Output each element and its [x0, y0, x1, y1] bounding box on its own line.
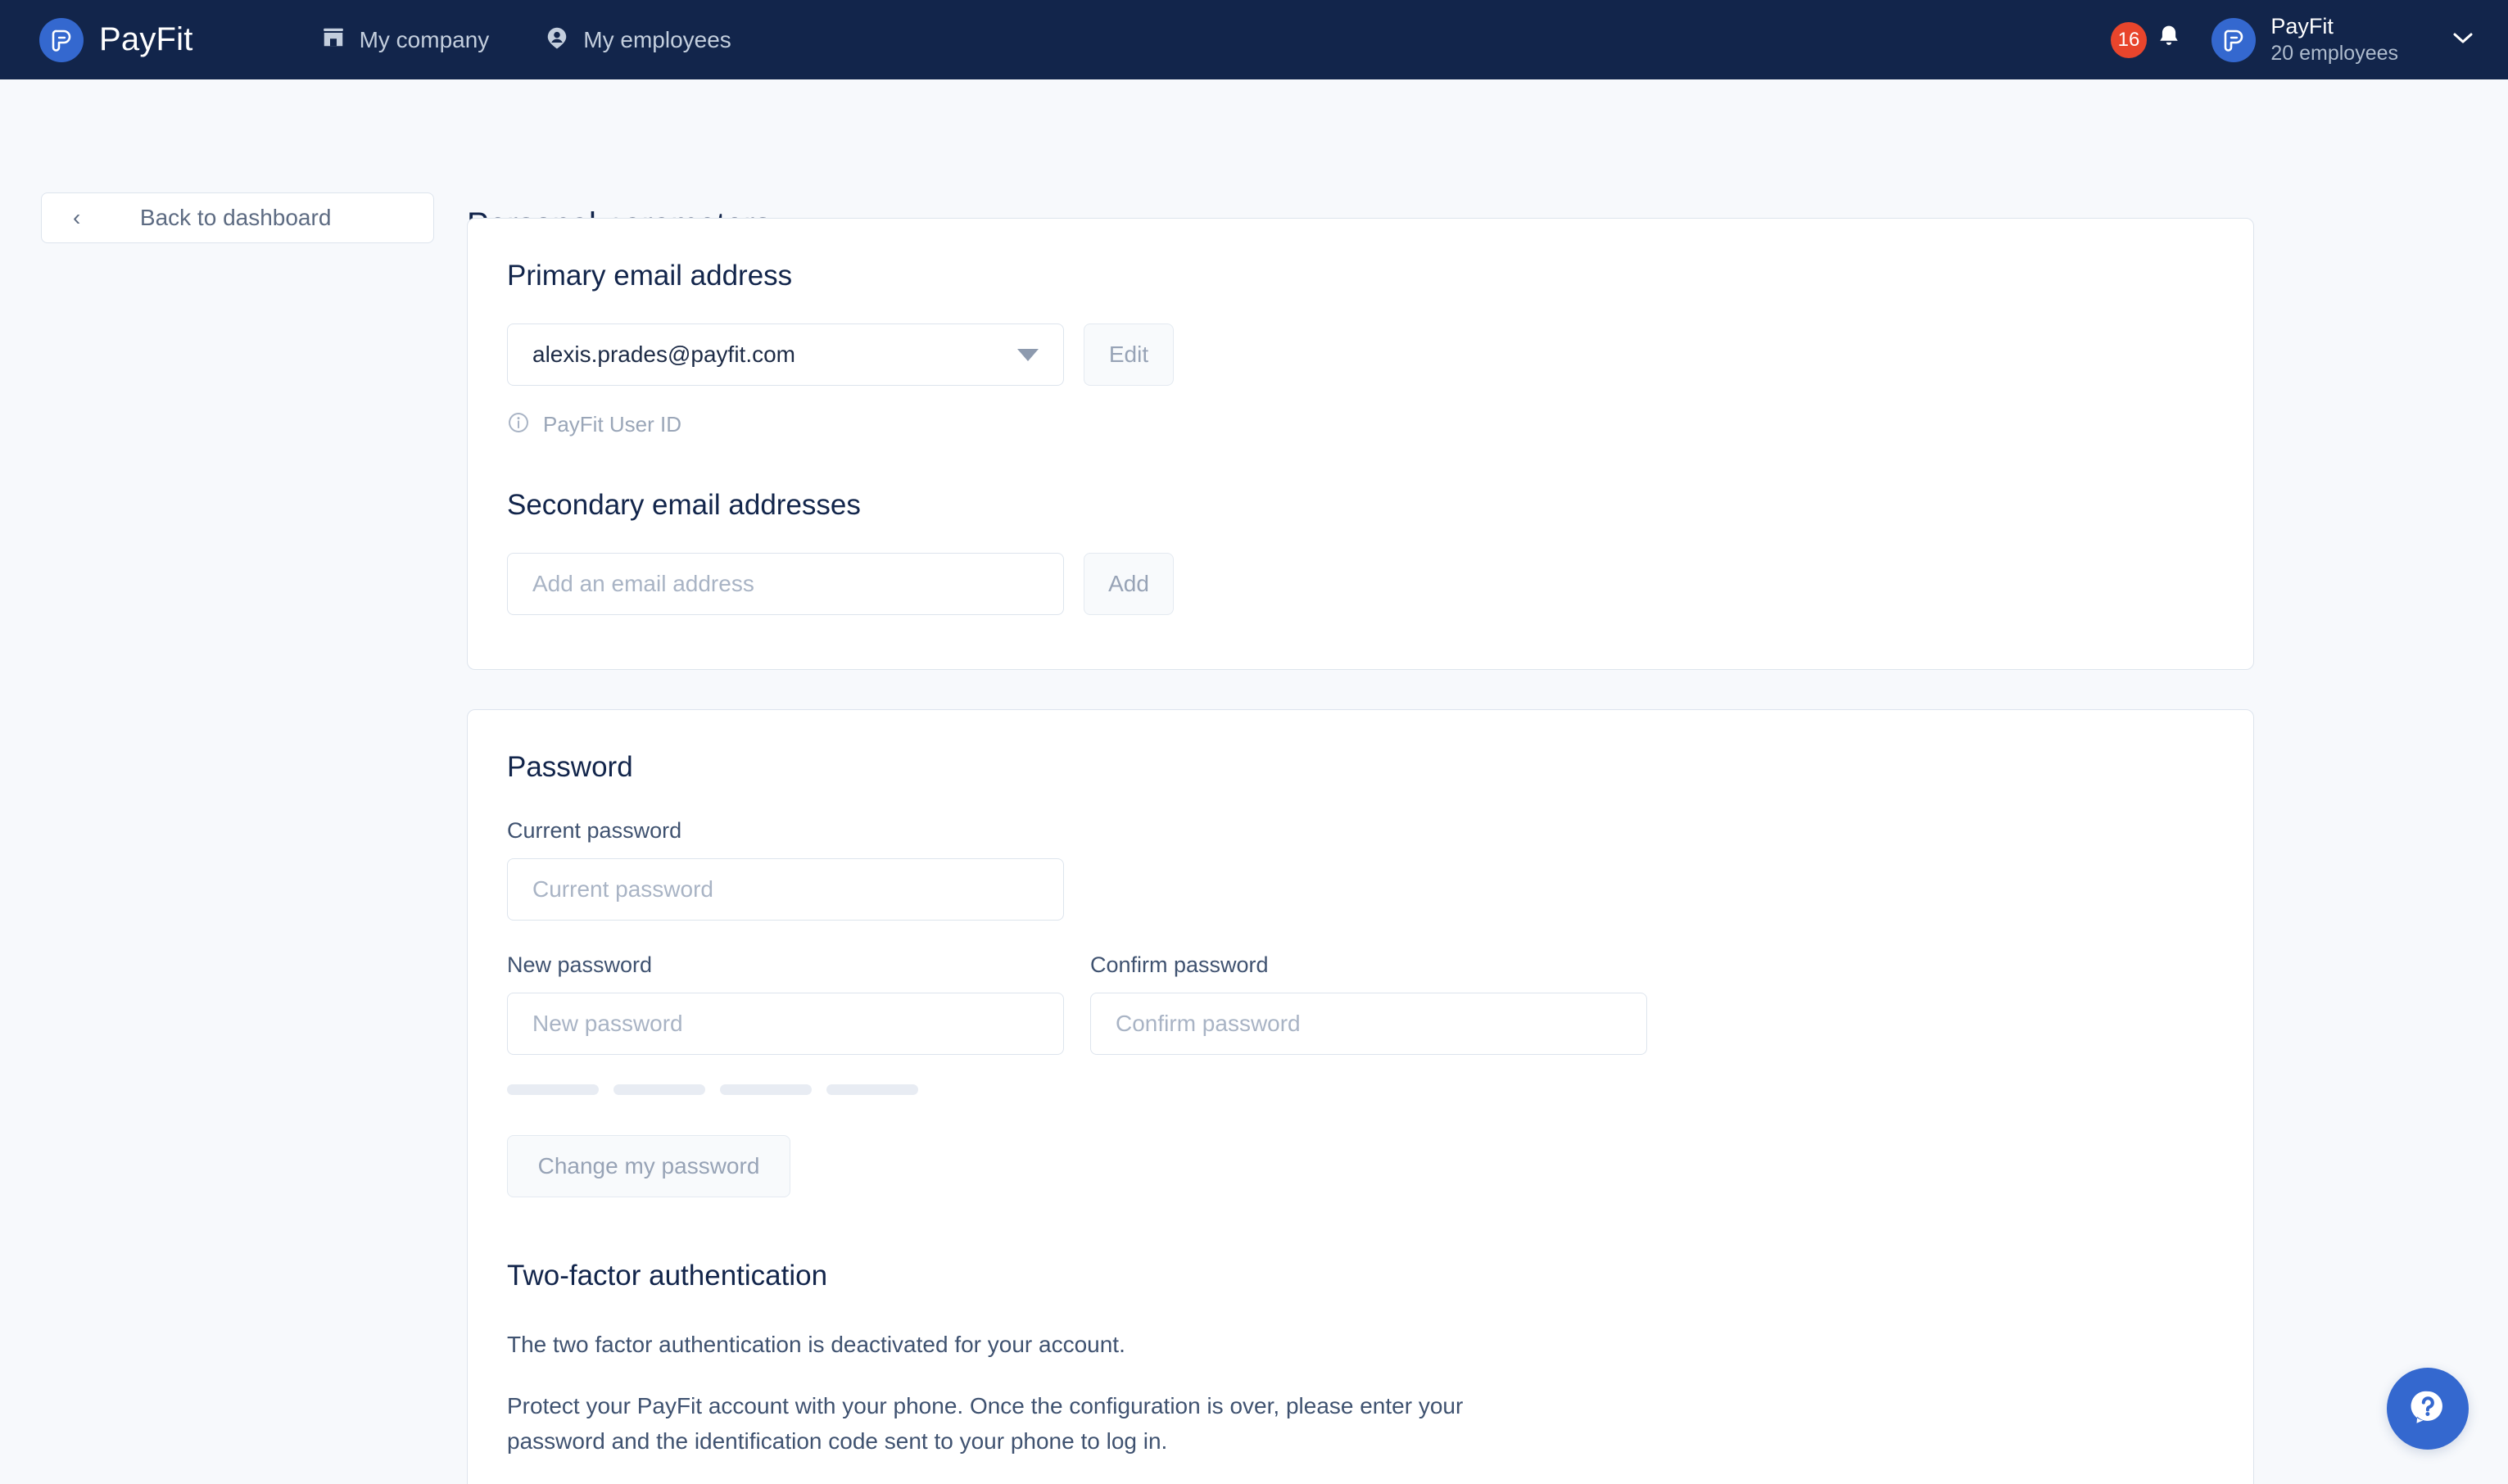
password-strength-segment	[826, 1084, 918, 1095]
secondary-email-input[interactable]: Add an email address	[507, 553, 1064, 615]
page-body: ‹ Back to dashboard Personal parameters …	[0, 79, 2508, 1484]
account-name: PayFit	[2270, 14, 2334, 38]
account-avatar	[2211, 17, 2257, 62]
password-strength-segment	[507, 1084, 599, 1095]
two-factor-status-text: The two factor authentication is deactiv…	[507, 1332, 1125, 1357]
nav-item-my-employees-label: My employees	[583, 26, 731, 52]
confirm-password-input[interactable]: Confirm password	[1090, 993, 1647, 1055]
add-secondary-email-button[interactable]: Add	[1084, 553, 1174, 615]
brand-home-link[interactable]: PayFit	[39, 17, 193, 62]
payfit-logo-icon	[39, 17, 84, 62]
nav-item-my-employees[interactable]: My employees	[545, 25, 731, 54]
storefront-icon	[321, 25, 346, 54]
account-employee-count: 20 employees	[2270, 41, 2398, 65]
help-button[interactable]	[2387, 1368, 2469, 1450]
password-strength-segment	[613, 1084, 705, 1095]
back-to-dashboard-label: Back to dashboard	[139, 205, 332, 230]
nav-item-my-company-label: My company	[359, 26, 490, 52]
primary-email-value: alexis.prades@payfit.com	[532, 342, 796, 367]
chevron-down-icon	[1017, 348, 1039, 361]
new-password-placeholder: New password	[532, 1011, 683, 1036]
payfit-user-id-label: PayFit User ID	[543, 412, 682, 437]
two-factor-description-text: Protect your PayFit account with your ph…	[507, 1393, 1464, 1455]
top-navigation-bar: PayFit My company My employees 16 PayFit…	[0, 0, 2508, 79]
current-password-input[interactable]: Current password	[507, 858, 1064, 921]
password-strength-meter	[507, 1084, 918, 1095]
two-factor-heading: Two-factor authentication	[507, 1260, 828, 1292]
account-text: PayFit 20 employees	[2270, 13, 2398, 66]
password-settings-card: Password Current password Current passwo…	[467, 709, 2254, 1484]
notification-count-badge: 16	[2110, 21, 2148, 58]
new-password-input[interactable]: New password	[507, 993, 1064, 1055]
change-password-button[interactable]: Change my password	[507, 1135, 790, 1197]
question-bubble-icon	[2406, 1385, 2450, 1433]
current-password-label: Current password	[507, 818, 682, 843]
account-switcher[interactable]: PayFit 20 employees	[2211, 13, 2475, 66]
chevron-down-icon[interactable]	[2451, 29, 2475, 50]
notifications-button[interactable]: 16	[2110, 21, 2183, 58]
chevron-left-icon: ‹	[73, 205, 81, 230]
current-password-placeholder: Current password	[532, 876, 713, 902]
main-nav: My company My employees	[321, 25, 731, 54]
confirm-password-label: Confirm password	[1090, 952, 1269, 977]
secondary-email-placeholder: Add an email address	[532, 571, 754, 596]
secondary-email-heading: Secondary email addresses	[507, 489, 861, 521]
user-pin-icon	[545, 25, 569, 54]
primary-email-select[interactable]: alexis.prades@payfit.com	[507, 323, 1064, 386]
password-heading: Password	[507, 751, 633, 783]
payfit-user-id-hint: PayFit User ID	[507, 411, 681, 438]
password-strength-segment	[720, 1084, 812, 1095]
bell-icon	[2156, 24, 2182, 56]
new-password-label: New password	[507, 952, 653, 977]
nav-item-my-company[interactable]: My company	[321, 25, 490, 54]
edit-primary-email-button[interactable]: Edit	[1084, 323, 1174, 386]
brand-name: PayFit	[99, 21, 193, 57]
primary-email-heading: Primary email address	[507, 260, 793, 292]
top-bar-right-cluster: 16 PayFit 20 employees	[2110, 0, 2475, 79]
info-circle-icon	[507, 411, 530, 438]
email-settings-card: Primary email address alexis.prades@payf…	[467, 218, 2254, 670]
confirm-password-placeholder: Confirm password	[1116, 1011, 1301, 1036]
back-to-dashboard-button[interactable]: ‹ Back to dashboard	[41, 192, 434, 243]
